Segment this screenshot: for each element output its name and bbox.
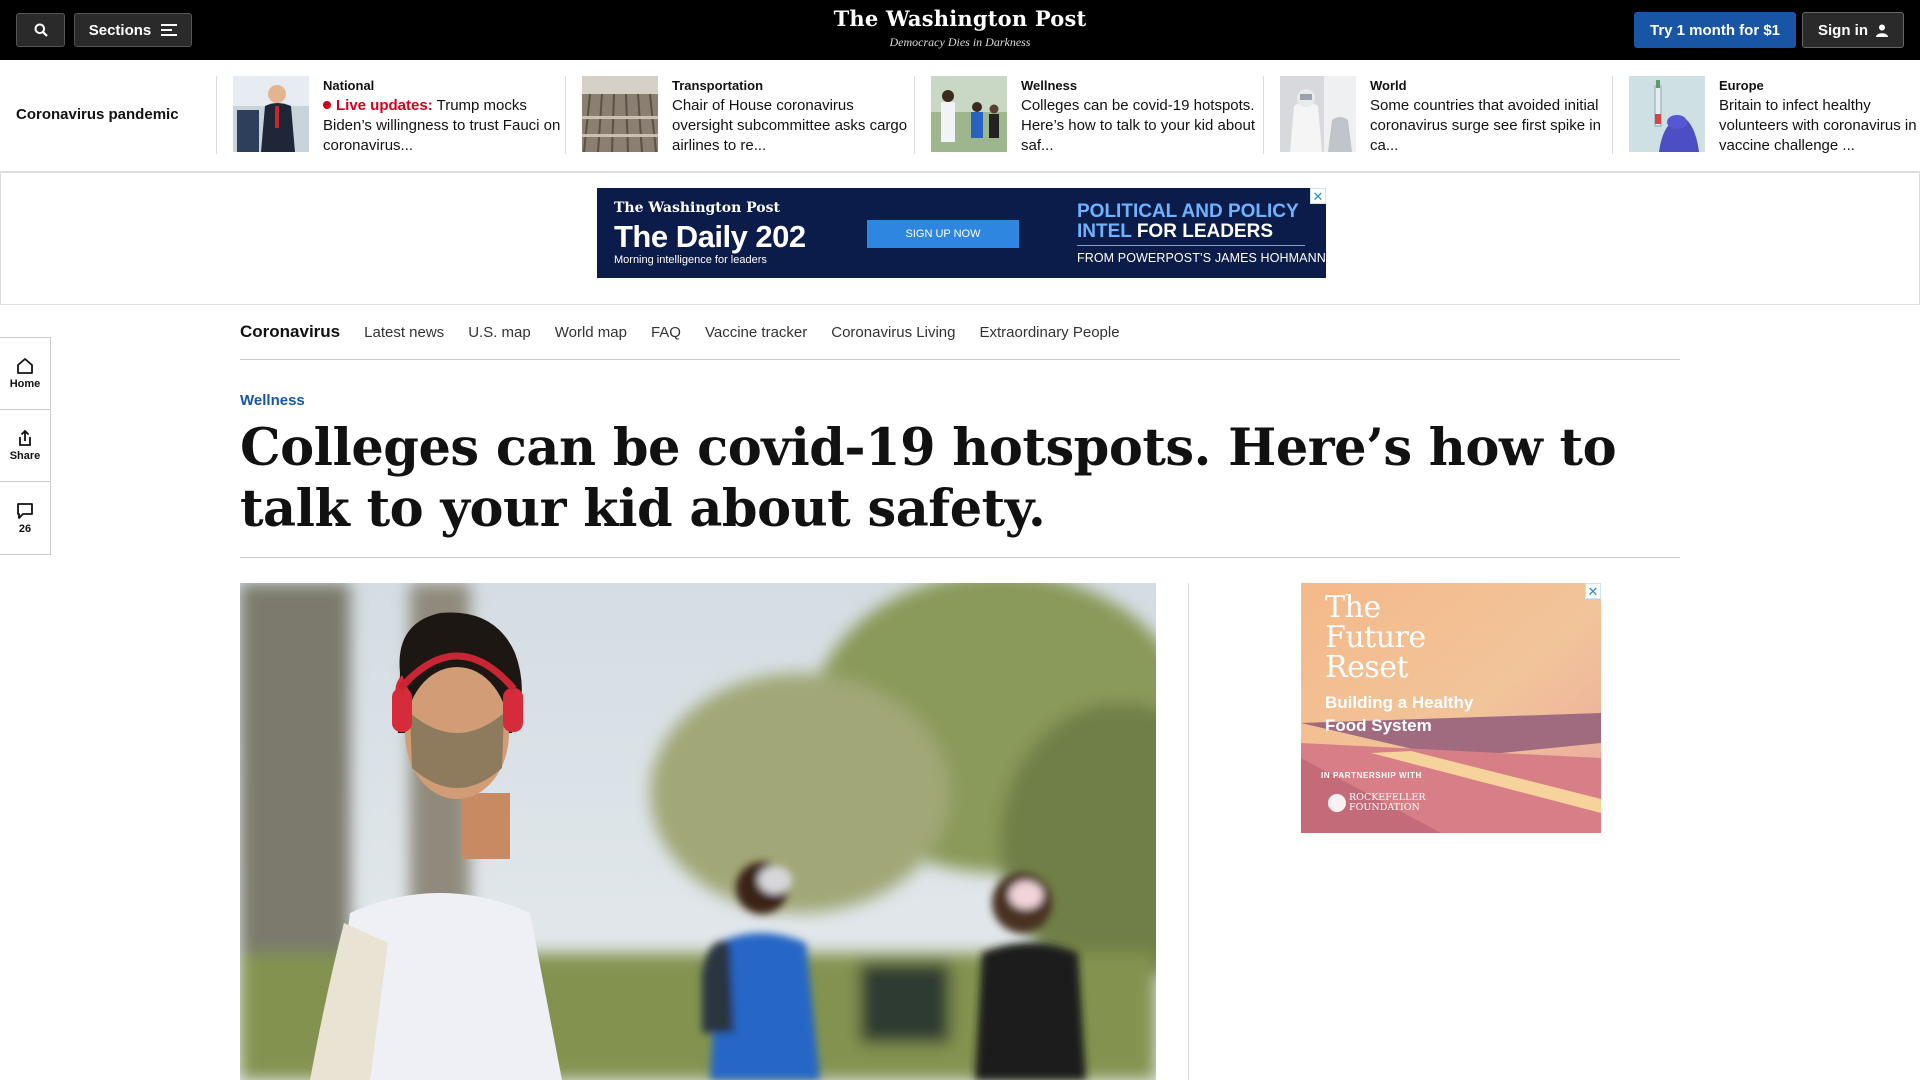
strip-kicker[interactable]: Europe (1719, 78, 1920, 93)
tagline: Democracy Dies in Darkness (889, 35, 1031, 49)
title-divider (240, 557, 1680, 558)
ad-side-subtitle: Building a Healthy Food System (1325, 691, 1473, 737)
section-nav-us-map[interactable]: U.S. map (468, 324, 531, 341)
share-label: Share (9, 450, 41, 462)
ad-side-title-l3: Reset (1325, 650, 1409, 685)
ad-side-foundation: ROCKEFELLER FOUNDATION (1349, 793, 1425, 813)
ad-banner-container: The Washington Post The Daily 202 Mornin… (0, 172, 1920, 305)
live-dot-icon (323, 101, 331, 109)
strip-kicker[interactable]: Transportation (672, 78, 912, 93)
strip-headline[interactable]: Live updates: Trump mocks Biden’s willin… (323, 96, 563, 154)
home-icon (17, 358, 33, 374)
left-rail: Home Share 26 (0, 337, 51, 555)
strip-kicker[interactable]: National (323, 78, 563, 93)
strip-label[interactable]: Coronavirus pandemic (16, 106, 179, 123)
top-bar: Sections The Washington Post Democracy D… (0, 0, 1920, 60)
strip-headline[interactable]: Chair of House coronavirus oversight sub… (672, 96, 912, 154)
masthead[interactable]: The Washington Post Democracy Dies in Da… (0, 6, 1920, 50)
section-nav-world-map[interactable]: World map (555, 324, 627, 341)
subscribe-button[interactable]: Try 1 month for $1 (1634, 12, 1796, 48)
coronavirus-strip: Coronavirus pandemic National Live updat… (0, 60, 1920, 172)
strip-thumbnail[interactable] (1629, 76, 1705, 152)
lead-photo (240, 583, 1156, 1080)
article-category[interactable]: Wellness (240, 392, 305, 409)
strip-thumbnail[interactable] (931, 76, 1007, 152)
section-nav-title[interactable]: Coronavirus (240, 322, 340, 342)
home-label: Home (9, 378, 41, 390)
logo[interactable]: The Washington Post (0, 6, 1920, 31)
section-nav-coronavirus-living[interactable]: Coronavirus Living (831, 324, 955, 341)
ad-headline-line1: POLITICAL AND POLICY (1077, 201, 1299, 222)
strip-thumbnail[interactable] (1280, 76, 1356, 152)
strip-item[interactable]: Transportation Chair of House coronaviru… (565, 76, 914, 154)
comments-button[interactable]: 26 (0, 482, 50, 554)
section-nav-latest-news[interactable]: Latest news (364, 324, 444, 341)
ad-sign-up-button[interactable]: SIGN UP NOW (867, 220, 1019, 248)
ad-side-partner: IN PARTNERSHIP WITH (1321, 771, 1422, 780)
home-button[interactable]: Home (0, 338, 50, 410)
strip-headline[interactable]: Britain to infect healthy volunteers wit… (1719, 96, 1920, 154)
live-label: Live updates: (336, 97, 433, 114)
user-icon (1876, 24, 1888, 37)
ad-headline: POLITICAL AND POLICY INTEL FOR LEADERS (1077, 202, 1299, 242)
ad-title: The Daily 202 (614, 219, 806, 254)
share-icon (19, 429, 31, 446)
ad-subtitle: Morning intelligence for leaders (614, 254, 767, 266)
comment-count: 26 (18, 522, 32, 535)
strip-kicker[interactable]: World (1370, 78, 1610, 93)
sign-in-button[interactable]: Sign in (1802, 12, 1904, 48)
section-nav: Coronavirus Latest news U.S. map World m… (240, 305, 1680, 360)
ad-headline-line2a: INTEL (1077, 221, 1132, 242)
strip-item[interactable]: National Live updates: Trump mocks Biden… (216, 76, 565, 154)
sign-in-label: Sign in (1818, 21, 1868, 39)
ad-side-sub-l1: Building a Healthy (1325, 693, 1474, 712)
strip-thumbnail[interactable] (582, 76, 658, 152)
share-button[interactable]: Share (0, 410, 50, 482)
column-divider (1188, 583, 1189, 1080)
strip-headline[interactable]: Colleges can be covid-19 hotspots. Here’… (1021, 96, 1261, 154)
section-nav-vaccine-tracker[interactable]: Vaccine tracker (705, 324, 807, 341)
strip-kicker[interactable]: Wellness (1021, 78, 1261, 93)
ad-side-close-icon[interactable]: ✕ (1585, 583, 1601, 599)
ad-side-title: The Future Reset (1325, 593, 1426, 683)
comment-icon (17, 502, 33, 519)
strip-item[interactable]: Europe Britain to infect healthy volunte… (1612, 76, 1920, 154)
ad-divider (1077, 245, 1305, 246)
strip-item[interactable]: Wellness Colleges can be covid-19 hotspo… (914, 76, 1263, 154)
ad-brand: The Washington Post (614, 200, 780, 216)
lead-image (240, 583, 1156, 1080)
article-title: Colleges can be covid-19 hotspots. Here’… (240, 418, 1617, 539)
strip-item[interactable]: World Some countries that avoided initia… (1263, 76, 1612, 154)
daily-202-ad[interactable]: The Washington Post The Daily 202 Mornin… (597, 188, 1326, 278)
ad-byline: FROM POWERPOST’S JAMES HOHMANN (1077, 251, 1326, 265)
ad-close-icon[interactable]: ✕ (1310, 188, 1326, 204)
strip-thumbnail[interactable] (233, 76, 309, 152)
ad-headline-line2b: FOR LEADERS (1131, 221, 1273, 242)
ad-side-foundation-l2: FOUNDATION (1349, 802, 1420, 813)
strip-headline[interactable]: Some countries that avoided initial coro… (1370, 96, 1610, 154)
ad-side-sub-l2: Food System (1325, 716, 1432, 735)
section-nav-faq[interactable]: FAQ (651, 324, 681, 341)
future-reset-ad[interactable]: The Future Reset Building a Healthy Food… (1301, 583, 1601, 833)
section-nav-extraordinary-people[interactable]: Extraordinary People (979, 324, 1119, 341)
